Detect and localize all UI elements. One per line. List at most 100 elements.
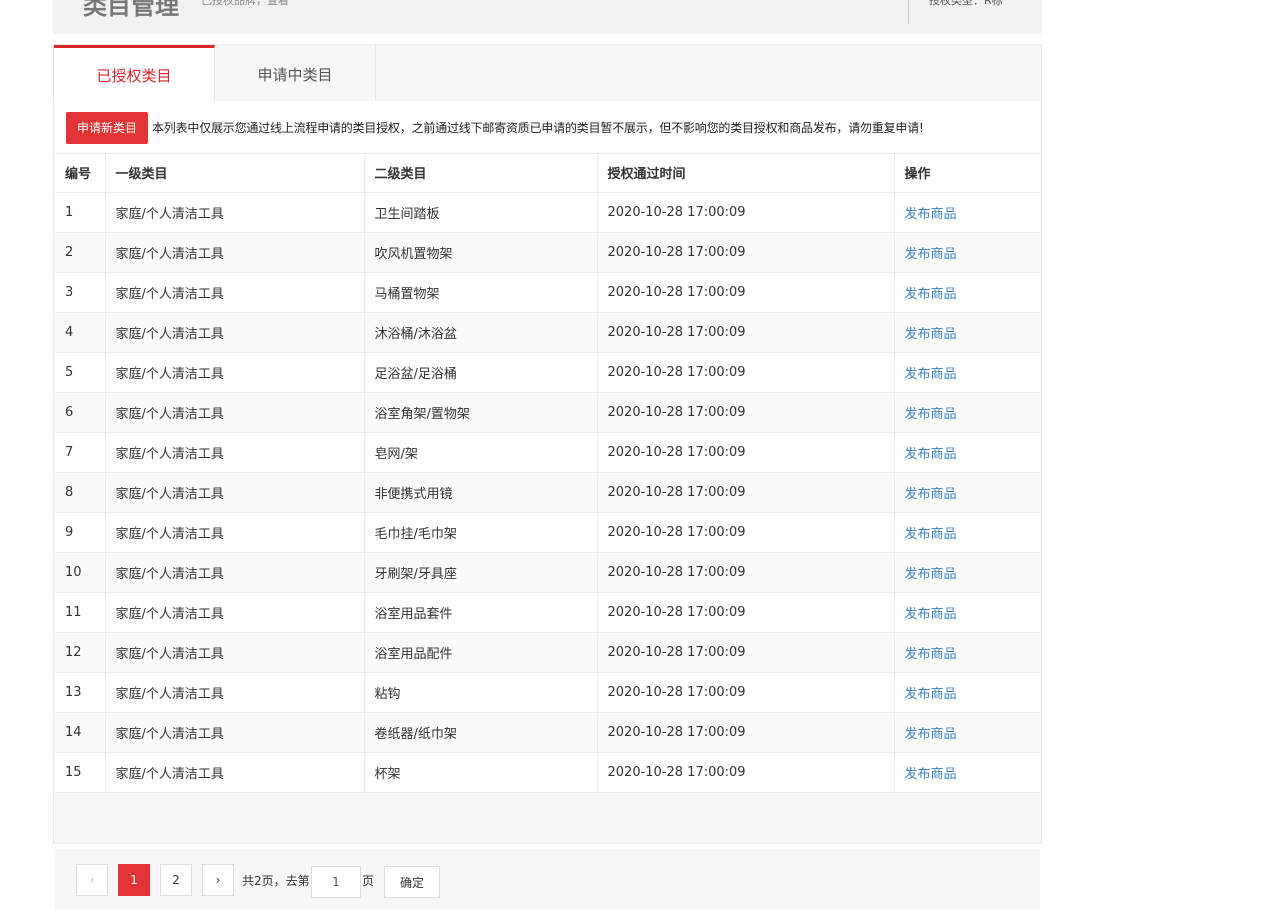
row-approved-time: 2020-10-28 17:00:09 bbox=[597, 352, 895, 393]
row-approved-time: 2020-10-28 17:00:09 bbox=[597, 592, 895, 633]
table-row: 1 家庭/个人清洁工具 卫生间踏板 2020-10-28 17:00:09 发布商品 bbox=[55, 192, 1040, 233]
tab-authorized-categories[interactable]: 已授权类目 bbox=[54, 45, 215, 102]
row-category-2: 沐浴桶/沐浴盆 bbox=[364, 312, 598, 353]
row-category-2: 牙刷架/牙具座 bbox=[364, 552, 598, 593]
publish-product-link[interactable]: 发布商品 bbox=[905, 527, 957, 542]
auth-type-label: 授权类型：R标 bbox=[929, 0, 1003, 7]
apply-new-category-button[interactable]: 申请新类目 bbox=[66, 112, 148, 144]
row-category-2: 卷纸器/纸巾架 bbox=[364, 712, 598, 753]
row-category-2: 马桶置物架 bbox=[364, 272, 598, 313]
row-category-2: 毛巾挂/毛巾架 bbox=[364, 512, 598, 553]
next-page-button[interactable]: › bbox=[202, 864, 234, 896]
row-category-2: 粘钩 bbox=[364, 672, 598, 713]
publish-product-link[interactable]: 发布商品 bbox=[905, 687, 957, 702]
table-row: 14 家庭/个人清洁工具 卷纸器/纸巾架 2020-10-28 17:00:09 发布商… bbox=[55, 712, 1040, 753]
row-approved-time: 2020-10-28 17:00:09 bbox=[597, 752, 895, 793]
row-approved-time: 2020-10-28 17:00:09 bbox=[597, 672, 895, 713]
publish-product-link[interactable]: 发布商品 bbox=[905, 727, 957, 742]
row-category-1: 家庭/个人清洁工具 bbox=[105, 192, 365, 233]
page-jump-input[interactable] bbox=[311, 866, 361, 898]
publish-product-link[interactable]: 发布商品 bbox=[905, 767, 957, 782]
tab-content: 申请新类目 本列表中仅展示您通过线上流程申请的类目授权，之前通过线下邮寄资质已申… bbox=[55, 101, 1040, 909]
publish-product-link[interactable]: 发布商品 bbox=[905, 447, 957, 462]
row-category-2: 足浴盆/足浴桶 bbox=[364, 352, 598, 393]
page-2-button[interactable]: 2 bbox=[160, 864, 192, 896]
column-header-category-2: 二级类目 bbox=[364, 154, 598, 193]
row-approved-time: 2020-10-28 17:00:09 bbox=[597, 512, 895, 553]
publish-product-link[interactable]: 发布商品 bbox=[905, 607, 957, 622]
row-approved-time: 2020-10-28 17:00:09 bbox=[597, 432, 895, 473]
row-id: 6 bbox=[55, 392, 106, 433]
row-category-2: 皂网/架 bbox=[364, 432, 598, 473]
row-id: 5 bbox=[55, 352, 106, 393]
row-approved-time: 2020-10-28 17:00:09 bbox=[597, 312, 895, 353]
table-body: 1 家庭/个人清洁工具 卫生间踏板 2020-10-28 17:00:09 发布商品 2 家… bbox=[55, 192, 1040, 793]
table-row: 3 家庭/个人清洁工具 马桶置物架 2020-10-28 17:00:09 发布商品 bbox=[55, 272, 1040, 313]
row-category-2: 浴室用品配件 bbox=[364, 632, 598, 673]
notice-bar: 申请新类目 本列表中仅展示您通过线上流程申请的类目授权，之前通过线下邮寄资质已申… bbox=[55, 101, 1040, 154]
row-approved-time: 2020-10-28 17:00:09 bbox=[597, 552, 895, 593]
publish-product-link[interactable]: 发布商品 bbox=[905, 327, 957, 342]
row-action-cell: 发布商品 bbox=[894, 552, 1040, 593]
row-category-1: 家庭/个人清洁工具 bbox=[105, 232, 365, 273]
table-header-row: 编号 一级类目 二级类目 授权通过时间 操作 bbox=[55, 154, 1040, 193]
row-category-2: 吹风机置物架 bbox=[364, 232, 598, 273]
table-row: 12 家庭/个人清洁工具 浴室用品配件 2020-10-28 17:00:09 发布商品 bbox=[55, 632, 1040, 673]
row-action-cell: 发布商品 bbox=[894, 392, 1040, 433]
page-subtitle[interactable]: 已授权品牌，查看 bbox=[201, 0, 289, 8]
row-category-1: 家庭/个人清洁工具 bbox=[105, 552, 365, 593]
table-row: 5 家庭/个人清洁工具 足浴盆/足浴桶 2020-10-28 17:00:09 发布商品 bbox=[55, 352, 1040, 393]
publish-product-link[interactable]: 发布商品 bbox=[905, 247, 957, 262]
row-id: 2 bbox=[55, 232, 106, 273]
publish-product-link[interactable]: 发布商品 bbox=[905, 207, 957, 222]
row-action-cell: 发布商品 bbox=[894, 312, 1040, 353]
column-header-category-1: 一级类目 bbox=[105, 154, 365, 193]
row-action-cell: 发布商品 bbox=[894, 632, 1040, 673]
table-row: 10 家庭/个人清洁工具 牙刷架/牙具座 2020-10-28 17:00:09 发布商… bbox=[55, 552, 1040, 593]
row-category-2: 卫生间踏板 bbox=[364, 192, 598, 233]
row-id: 13 bbox=[55, 672, 106, 713]
row-approved-time: 2020-10-28 17:00:09 bbox=[597, 232, 895, 273]
publish-product-link[interactable]: 发布商品 bbox=[905, 647, 957, 662]
row-approved-time: 2020-10-28 17:00:09 bbox=[597, 192, 895, 233]
row-action-cell: 发布商品 bbox=[894, 272, 1040, 313]
table-row: 15 家庭/个人清洁工具 杯架 2020-10-28 17:00:09 发布商品 bbox=[55, 752, 1040, 793]
row-category-1: 家庭/个人清洁工具 bbox=[105, 752, 365, 793]
publish-product-link[interactable]: 发布商品 bbox=[905, 407, 957, 422]
tab-pending-categories[interactable]: 申请中类目 bbox=[215, 45, 376, 101]
total-pages-text: 共2页，去第 bbox=[242, 874, 310, 888]
row-category-1: 家庭/个人清洁工具 bbox=[105, 512, 365, 553]
row-action-cell: 发布商品 bbox=[894, 712, 1040, 753]
table-row: 7 家庭/个人清洁工具 皂网/架 2020-10-28 17:00:09 发布商品 bbox=[55, 432, 1040, 473]
row-id: 11 bbox=[55, 592, 106, 633]
table-row: 13 家庭/个人清洁工具 粘钩 2020-10-28 17:00:09 发布商品 bbox=[55, 672, 1040, 713]
row-category-2: 浴室用品套件 bbox=[364, 592, 598, 633]
publish-product-link[interactable]: 发布商品 bbox=[905, 287, 957, 302]
publish-product-link[interactable]: 发布商品 bbox=[905, 567, 957, 582]
category-panel: 已授权类目 申请中类目 申请新类目 本列表中仅展示您通过线上流程申请的类目授权，… bbox=[53, 44, 1042, 909]
category-table: 编号 一级类目 二级类目 授权通过时间 操作 1 家庭/个人清洁工具 卫生间踏板 20… bbox=[55, 154, 1040, 793]
page-1-button[interactable]: 1 bbox=[118, 864, 150, 896]
row-approved-time: 2020-10-28 17:00:09 bbox=[597, 712, 895, 753]
table-row: 11 家庭/个人清洁工具 浴室用品套件 2020-10-28 17:00:09 发布商品 bbox=[55, 592, 1040, 633]
row-approved-time: 2020-10-28 17:00:09 bbox=[597, 392, 895, 433]
row-category-1: 家庭/个人清洁工具 bbox=[105, 472, 365, 513]
prev-page-button[interactable]: ‹ bbox=[76, 864, 108, 896]
publish-product-link[interactable]: 发布商品 bbox=[905, 367, 957, 382]
row-category-1: 家庭/个人清洁工具 bbox=[105, 592, 365, 633]
row-category-1: 家庭/个人清洁工具 bbox=[105, 672, 365, 713]
column-header-action: 操作 bbox=[894, 154, 1040, 193]
row-category-2: 浴室角架/置物架 bbox=[364, 392, 598, 433]
row-id: 15 bbox=[55, 752, 106, 793]
row-action-cell: 发布商品 bbox=[894, 432, 1040, 473]
row-action-cell: 发布商品 bbox=[894, 472, 1040, 513]
row-action-cell: 发布商品 bbox=[894, 752, 1040, 793]
column-header-approved-time: 授权通过时间 bbox=[597, 154, 895, 193]
row-category-2: 杯架 bbox=[364, 752, 598, 793]
table-row: 2 家庭/个人清洁工具 吹风机置物架 2020-10-28 17:00:09 发布商品 bbox=[55, 232, 1040, 273]
row-category-1: 家庭/个人清洁工具 bbox=[105, 352, 365, 393]
row-id: 9 bbox=[55, 512, 106, 553]
table-row: 6 家庭/个人清洁工具 浴室角架/置物架 2020-10-28 17:00:09 发布商… bbox=[55, 392, 1040, 433]
publish-product-link[interactable]: 发布商品 bbox=[905, 487, 957, 502]
page-jump-confirm-button[interactable]: 确定 bbox=[384, 866, 440, 898]
